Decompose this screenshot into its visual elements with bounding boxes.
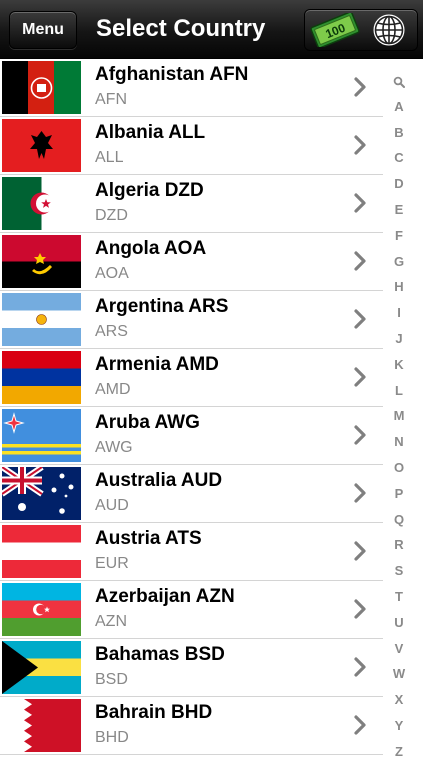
country-name: Albania ALL bbox=[95, 122, 206, 143]
country-name: Austria ATS bbox=[95, 528, 202, 549]
page-title: Select Country bbox=[96, 15, 266, 42]
chevron-right-icon bbox=[354, 599, 366, 619]
list-item[interactable]: Aruba AWG AWG bbox=[0, 407, 383, 465]
chevron-right-icon bbox=[354, 77, 366, 97]
chevron-right-icon bbox=[354, 251, 366, 271]
menu-button[interactable]: Menu bbox=[9, 11, 77, 49]
index-letter[interactable]: B bbox=[384, 120, 414, 146]
chevron-right-icon bbox=[354, 193, 366, 213]
index-letter[interactable]: G bbox=[384, 249, 414, 275]
index-letter[interactable]: N bbox=[384, 429, 414, 455]
australia-flag bbox=[2, 467, 81, 520]
search-icon bbox=[393, 76, 405, 88]
list-item[interactable]: Albania ALL ALL bbox=[0, 117, 383, 175]
index-letter[interactable]: T bbox=[384, 584, 414, 610]
currency-code: ARS bbox=[95, 323, 128, 340]
argentina-flag bbox=[2, 293, 81, 346]
list-item[interactable]: Bahrain BHD BHD bbox=[0, 697, 383, 755]
globe-icon bbox=[373, 14, 405, 46]
currency-code: AZN bbox=[95, 613, 127, 630]
currency-code: BHD bbox=[95, 729, 129, 746]
country-name: Bahrain BHD bbox=[95, 702, 213, 723]
list-item[interactable]: Bahamas BSD BSD bbox=[0, 639, 383, 697]
chevron-right-icon bbox=[354, 425, 366, 445]
index-letter[interactable]: F bbox=[384, 223, 414, 249]
index-letter[interactable]: Z bbox=[384, 739, 414, 765]
chevron-right-icon bbox=[354, 135, 366, 155]
country-name: Angola AOA bbox=[95, 238, 207, 259]
section-index[interactable]: A B C D E F G H I J K L M N O P Q R S T … bbox=[384, 68, 414, 765]
chevron-right-icon bbox=[354, 309, 366, 329]
albania-flag bbox=[2, 119, 81, 172]
bahrain-flag bbox=[2, 699, 81, 752]
index-search[interactable] bbox=[384, 68, 414, 94]
country-name: Algeria DZD bbox=[95, 180, 204, 201]
index-letter[interactable]: S bbox=[384, 558, 414, 584]
index-letter[interactable]: K bbox=[384, 352, 414, 378]
aruba-flag bbox=[2, 409, 81, 462]
currency-code: AFN bbox=[95, 91, 127, 108]
chevron-right-icon bbox=[354, 657, 366, 677]
index-letter[interactable]: X bbox=[384, 687, 414, 713]
list-item[interactable]: Armenia AMD AMD bbox=[0, 349, 383, 407]
index-letter[interactable]: E bbox=[384, 197, 414, 223]
list-item[interactable]: Azerbaijan AZN AZN bbox=[0, 581, 383, 639]
index-letter[interactable]: W bbox=[384, 661, 414, 687]
index-letter[interactable]: R bbox=[384, 532, 414, 558]
armenia-flag bbox=[2, 351, 81, 404]
index-letter[interactable]: A bbox=[384, 94, 414, 120]
index-letter[interactable]: P bbox=[384, 481, 414, 507]
chevron-right-icon bbox=[354, 541, 366, 561]
index-letter[interactable]: Y bbox=[384, 713, 414, 739]
list-item[interactable]: Austria ATS EUR bbox=[0, 523, 383, 581]
currency-code: DZD bbox=[95, 207, 128, 224]
currency-code: AUD bbox=[95, 497, 129, 514]
country-name: Australia AUD bbox=[95, 470, 223, 491]
list-item[interactable]: Algeria DZD DZD bbox=[0, 175, 383, 233]
afghanistan-flag bbox=[2, 61, 81, 114]
chevron-right-icon bbox=[354, 715, 366, 735]
currency-code: AWG bbox=[95, 439, 133, 456]
currency-code: BSD bbox=[95, 671, 128, 688]
money-bills-icon: 100 bbox=[310, 13, 360, 47]
index-letter[interactable]: U bbox=[384, 610, 414, 636]
austria-flag bbox=[2, 525, 81, 578]
azerbaijan-flag bbox=[2, 583, 81, 636]
country-name: Bahamas BSD bbox=[95, 644, 225, 665]
country-name: Argentina ARS bbox=[95, 296, 229, 317]
algeria-flag bbox=[2, 177, 81, 230]
currency-code: AOA bbox=[95, 265, 129, 282]
country-name: Azerbaijan AZN bbox=[95, 586, 235, 607]
list-item[interactable]: Angola AOA AOA bbox=[0, 233, 383, 291]
currency-code: AMD bbox=[95, 381, 131, 398]
list-item[interactable]: Argentina ARS ARS bbox=[0, 291, 383, 349]
list-item[interactable]: Australia AUD AUD bbox=[0, 465, 383, 523]
index-letter[interactable]: H bbox=[384, 274, 414, 300]
chevron-right-icon bbox=[354, 367, 366, 387]
currency-code: EUR bbox=[95, 555, 129, 572]
currency-code: ALL bbox=[95, 149, 124, 166]
list-item[interactable]: Afghanistan AFN AFN bbox=[0, 59, 383, 117]
currency-converter-button[interactable]: 100 bbox=[304, 9, 418, 51]
index-letter[interactable]: M bbox=[384, 403, 414, 429]
index-letter[interactable]: V bbox=[384, 636, 414, 662]
index-letter[interactable]: L bbox=[384, 378, 414, 404]
index-letter[interactable]: J bbox=[384, 326, 414, 352]
country-name: Afghanistan AFN bbox=[95, 64, 249, 85]
country-name: Aruba AWG bbox=[95, 412, 200, 433]
country-list: Afghanistan AFN AFN Albania ALL ALL Alge… bbox=[0, 59, 383, 755]
index-letter[interactable]: D bbox=[384, 171, 414, 197]
index-letter[interactable]: O bbox=[384, 455, 414, 481]
index-letter[interactable]: Q bbox=[384, 507, 414, 533]
country-name: Armenia AMD bbox=[95, 354, 219, 375]
bahamas-flag bbox=[2, 641, 81, 694]
chevron-right-icon bbox=[354, 483, 366, 503]
angola-flag bbox=[2, 235, 81, 288]
index-letter[interactable]: C bbox=[384, 145, 414, 171]
navigation-bar: Menu Select Country 100 bbox=[0, 0, 423, 59]
index-letter[interactable]: I bbox=[384, 300, 414, 326]
